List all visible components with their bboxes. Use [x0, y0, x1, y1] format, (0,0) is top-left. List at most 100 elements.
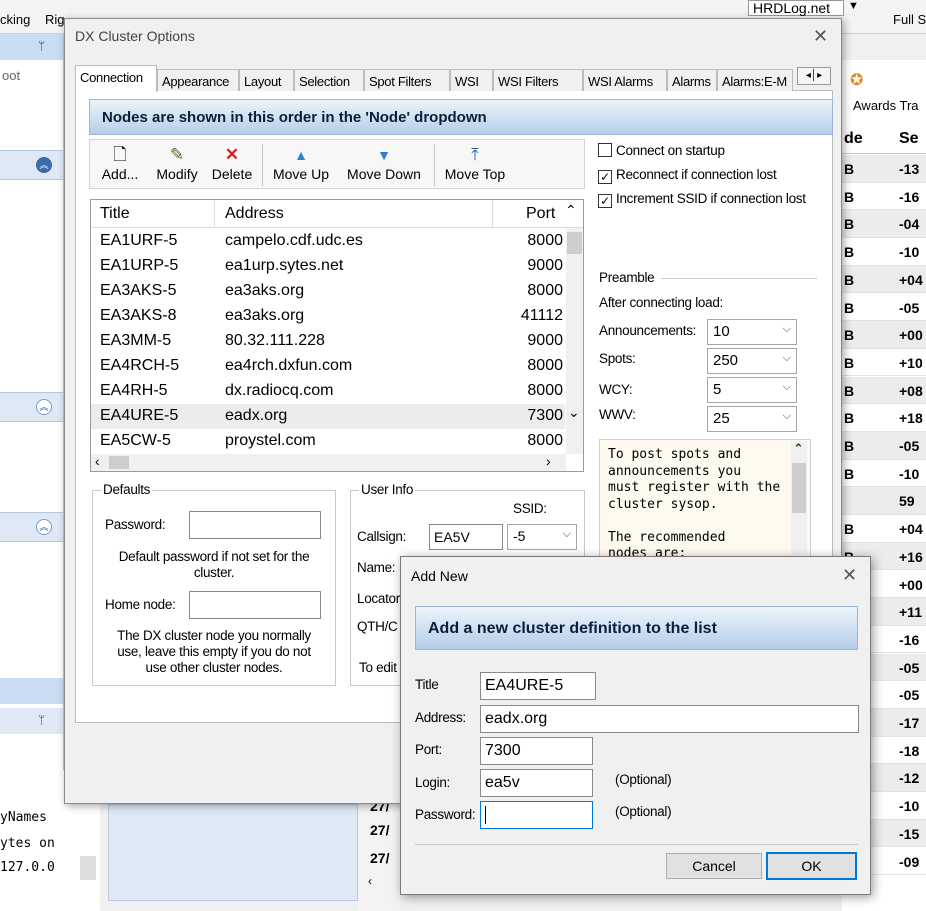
awards-tracking-label[interactable]: Awards Tra: [853, 98, 919, 113]
tab-scroll-left-icon[interactable]: ◂: [806, 70, 811, 81]
table-row[interactable]: B +04: [842, 265, 926, 294]
list-item[interactable]: EA1URF-5 campelo.cdf.udc.es 8000: [91, 229, 565, 254]
scroll-up-icon[interactable]: ⌃: [565, 202, 577, 219]
scroll-up-icon[interactable]: ⌃: [793, 441, 804, 457]
list-vertical-scrollbar[interactable]: ⌄: [566, 228, 583, 454]
list-horizontal-scrollbar[interactable]: ‹ ›: [91, 453, 566, 471]
table-row[interactable]: B -05: [842, 294, 926, 321]
pane-section-header[interactable]: ︽: [0, 512, 63, 542]
table-row[interactable]: B -04: [842, 210, 926, 238]
ok-button[interactable]: OK: [766, 852, 857, 880]
tab-wsi-alarms[interactable]: WSI Alarms: [583, 69, 667, 91]
list-item[interactable]: EA1URP-5 ea1urp.sytes.net 9000: [91, 254, 565, 279]
delete-button[interactable]: ✕ Delete: [208, 144, 256, 182]
pin-icon[interactable]: ᛘ: [38, 39, 45, 53]
collapse-chevron-icon[interactable]: ︽: [36, 157, 52, 173]
table-row[interactable]: B -13: [842, 155, 926, 183]
table-row[interactable]: B -10: [842, 460, 926, 488]
chevron-down-icon[interactable]: ▼: [848, 0, 859, 12]
tab-wsi-filters[interactable]: WSI Filters: [493, 69, 583, 91]
scroll-down-icon[interactable]: ⌄: [568, 404, 580, 421]
list-item[interactable]: EA4RCH-5 ea4rch.dxfun.com 8000: [91, 354, 565, 379]
tab-alarms-e-m[interactable]: Alarms:E-M: [717, 69, 793, 91]
grid-header-se[interactable]: Se: [899, 130, 919, 148]
table-row[interactable]: B -16: [842, 183, 926, 211]
port-input[interactable]: 7300: [480, 737, 593, 765]
tab-connection[interactable]: Connection: [75, 65, 157, 92]
wwv-select[interactable]: 25 ⌵: [707, 406, 797, 432]
checkbox-box[interactable]: [598, 143, 612, 157]
table-row[interactable]: B +08: [842, 376, 926, 405]
bg-full-screen-label[interactable]: Full S: [893, 12, 926, 27]
spots-select[interactable]: 250 ⌵: [707, 348, 797, 374]
close-icon[interactable]: ✕: [842, 566, 857, 584]
list-item[interactable]: EA3AKS-5 ea3aks.org 8000: [91, 279, 565, 304]
callsign-input[interactable]: EA5V: [429, 524, 503, 550]
ssid-select[interactable]: -5 ⌵: [507, 524, 577, 550]
chevron-down-icon[interactable]: ⌵: [563, 528, 571, 541]
check-icon[interactable]: ✓: [598, 170, 612, 184]
column-header-title[interactable]: Title: [100, 205, 130, 223]
table-row[interactable]: B +18: [842, 404, 926, 432]
chevron-down-icon[interactable]: ⌵: [783, 352, 791, 365]
table-row[interactable]: B +04: [842, 515, 926, 543]
tab-layout[interactable]: Layout: [239, 69, 294, 91]
address-input[interactable]: eadx.org: [480, 705, 859, 733]
title-input[interactable]: EA4URE-5: [480, 672, 596, 700]
move-up-button[interactable]: ▲ Move Up: [268, 144, 334, 182]
wcy-select[interactable]: 5 ⌵: [707, 377, 797, 403]
table-row[interactable]: B -10: [842, 238, 926, 266]
close-icon[interactable]: ✕: [813, 27, 828, 45]
tab-spot-filters[interactable]: Spot Filters: [364, 69, 450, 91]
home-node-input[interactable]: [189, 591, 321, 619]
table-row[interactable]: B +10: [842, 349, 926, 377]
collapse-chevron-icon[interactable]: ︽: [36, 519, 52, 535]
collapse-chevron-icon[interactable]: ︽: [36, 399, 52, 415]
password-input[interactable]: [480, 801, 593, 829]
pin-icon[interactable]: ᛘ: [38, 713, 45, 727]
scroll-thumb[interactable]: [792, 463, 806, 513]
move-top-button[interactable]: ⤒ Move Top: [440, 144, 510, 182]
announcements-select[interactable]: 10 ⌵: [707, 319, 797, 345]
tab-wsi[interactable]: WSI: [450, 69, 493, 91]
reconnect-checkbox[interactable]: ✓ Reconnect if connection lost: [598, 167, 777, 184]
modify-button[interactable]: ✎ Modify: [150, 144, 204, 182]
pane-section-header[interactable]: ︽: [0, 392, 63, 422]
connect-on-startup-checkbox[interactable]: Connect on startup: [598, 143, 725, 158]
tab-scroll-right-icon[interactable]: ▸: [817, 70, 822, 81]
increment-ssid-checkbox[interactable]: ✓ Increment SSID if connection lost: [598, 191, 806, 208]
column-header-address[interactable]: Address: [225, 205, 284, 223]
hrdlog-dropdown[interactable]: HRDLog.net: [748, 0, 844, 16]
list-item[interactable]: EA5CW-5 proystel.com 8000: [91, 429, 565, 454]
list-item[interactable]: EA4RH-5 dx.radiocq.com 8000: [91, 379, 565, 404]
scroll-left-icon[interactable]: ‹: [368, 874, 372, 888]
tab-scroll-buttons[interactable]: ◂│▸: [797, 67, 831, 85]
tab-alarms[interactable]: Alarms: [667, 69, 717, 91]
list-item[interactable]: EA4URE-5 eadx.org 7300: [91, 404, 565, 429]
column-header-port[interactable]: Port: [526, 205, 555, 223]
table-row[interactable]: B -05: [842, 432, 926, 460]
chevron-down-icon[interactable]: ⌵: [783, 381, 791, 394]
chevron-down-icon[interactable]: ⌵: [783, 323, 791, 336]
grid-header-de[interactable]: de: [844, 130, 863, 148]
list-item[interactable]: EA3AKS-8 ea3aks.org 41112: [91, 304, 565, 329]
chevron-down-icon[interactable]: ⌵: [783, 410, 791, 423]
pane-section-header[interactable]: ︽: [0, 150, 63, 180]
awards-icon[interactable]: ✪: [850, 70, 863, 90]
login-input[interactable]: ea5v: [480, 769, 593, 797]
table-row[interactable]: 59: [842, 487, 926, 515]
tab-selection[interactable]: Selection: [294, 69, 364, 91]
scroll-left-icon[interactable]: ‹: [95, 453, 100, 469]
table-row[interactable]: B +00: [842, 321, 926, 349]
check-icon[interactable]: ✓: [598, 194, 612, 208]
scroll-thumb[interactable]: [109, 456, 129, 469]
node-list[interactable]: Title Address Port ⌃ EA1URF-5 campelo.cdf…: [90, 199, 584, 472]
tab-appearance[interactable]: Appearance: [157, 69, 239, 91]
scroll-thumb[interactable]: [567, 232, 582, 254]
move-down-button[interactable]: ▼ Move Down: [342, 144, 426, 182]
add-button[interactable]: 🗋 Add...: [100, 144, 140, 182]
console-scrollbar[interactable]: [80, 856, 96, 880]
cancel-button[interactable]: Cancel: [666, 853, 762, 879]
default-password-input[interactable]: [189, 511, 321, 539]
list-item[interactable]: EA3MM-5 80.32.111.228 9000: [91, 329, 565, 354]
